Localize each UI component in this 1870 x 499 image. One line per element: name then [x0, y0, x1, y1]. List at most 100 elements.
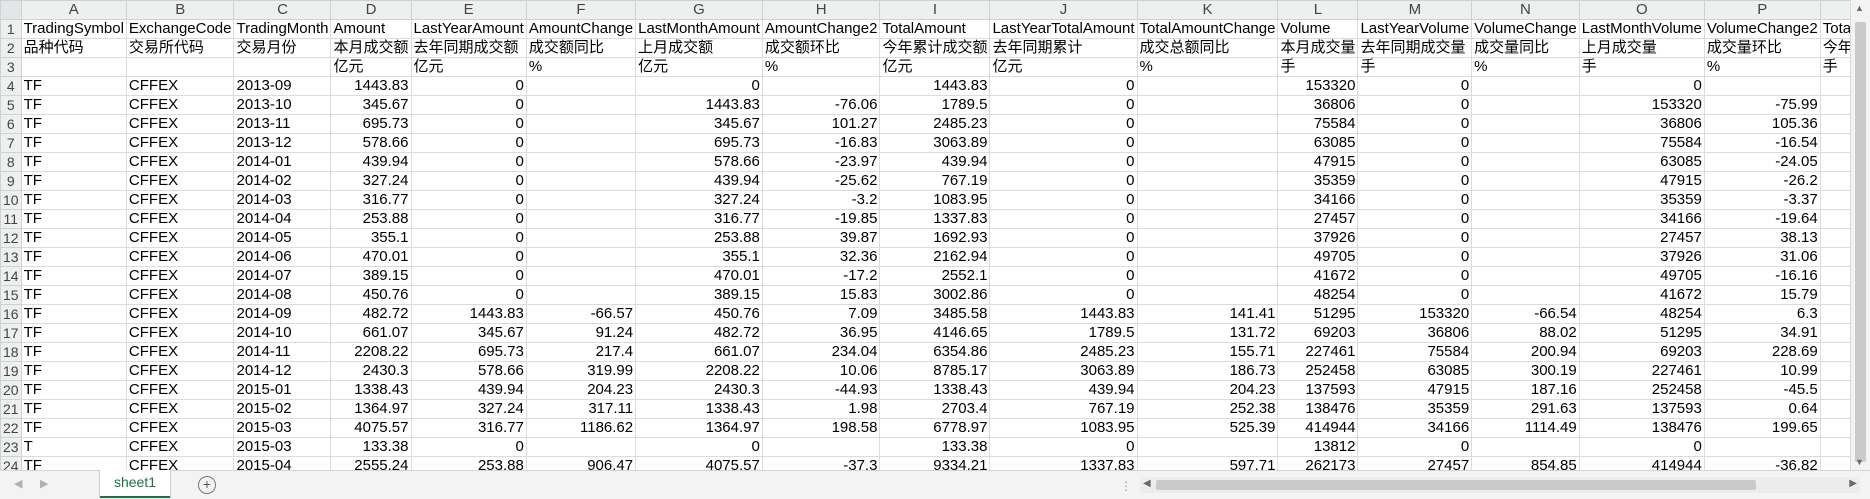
cell-o19[interactable]: 227461 [1578, 361, 1705, 381]
cell-p5[interactable]: -75.99 [1703, 95, 1821, 115]
cell-e16[interactable]: 1443.83 [410, 304, 527, 324]
row-header[interactable]: 4 [0, 76, 22, 96]
next-sheet-icon[interactable]: ▶ [40, 477, 48, 490]
cell-b22[interactable]: CFFEX [125, 418, 235, 438]
cell-a23[interactable]: T [20, 437, 127, 457]
cell-b11[interactable]: CFFEX [125, 209, 235, 229]
cell-a5[interactable]: TF [20, 95, 127, 115]
cell-b8[interactable]: CFFEX [125, 152, 235, 172]
cell-a4[interactable]: TF [20, 76, 127, 96]
cell-p10[interactable]: -3.37 [1703, 190, 1821, 210]
cell-i10[interactable]: 1083.95 [879, 190, 991, 210]
tab-splitter-handle[interactable]: ⋮ [1120, 479, 1133, 493]
cell-c18[interactable]: 2014-11 [233, 342, 332, 362]
cell-m17[interactable]: 36806 [1357, 323, 1473, 343]
cell-a17[interactable]: TF [20, 323, 127, 343]
cell-b13[interactable]: CFFEX [125, 247, 235, 267]
cell-k13[interactable] [1136, 247, 1279, 267]
cell-h21[interactable]: 1.98 [761, 399, 881, 419]
cell-h8[interactable]: -23.97 [761, 152, 881, 172]
cell-d17[interactable]: 661.07 [330, 323, 412, 343]
cell-h6[interactable]: 101.27 [761, 114, 881, 134]
cell-b19[interactable]: CFFEX [125, 361, 235, 381]
cell-c6[interactable]: 2013-11 [233, 114, 332, 134]
cell-n4[interactable] [1471, 76, 1580, 96]
cell-n5[interactable] [1471, 95, 1580, 115]
cell-n13[interactable] [1471, 247, 1580, 267]
column-header-e[interactable]: E [410, 0, 527, 20]
vertical-scrollbar[interactable]: ▲ ▼ [1850, 0, 1870, 470]
column-header-q[interactable]: Q [1819, 0, 1850, 20]
cell-b24[interactable]: CFFEX [125, 456, 235, 470]
cell-p18[interactable]: 228.69 [1703, 342, 1821, 362]
cell-l9[interactable]: 35359 [1277, 171, 1359, 191]
scroll-right-icon[interactable]: ▶ [1849, 478, 1857, 489]
cell-i8[interactable]: 439.94 [879, 152, 991, 172]
cell-p11[interactable]: -19.64 [1703, 209, 1821, 229]
cell-l19[interactable]: 252458 [1277, 361, 1359, 381]
cell-j3[interactable]: 亿元 [989, 57, 1138, 77]
cell-c17[interactable]: 2014-10 [233, 323, 332, 343]
cell-m15[interactable]: 0 [1357, 285, 1473, 305]
cell-p1[interactable]: VolumeChange2 [1703, 19, 1821, 39]
cell-m19[interactable]: 63085 [1357, 361, 1473, 381]
cell-h12[interactable]: 39.87 [761, 228, 881, 248]
previous-sheet-icon[interactable]: ◀ [14, 477, 22, 490]
column-header-b[interactable]: B [125, 0, 235, 20]
cell-o3[interactable]: 手 [1578, 57, 1705, 77]
cell-k22[interactable]: 525.39 [1136, 418, 1279, 438]
cell-a8[interactable]: TF [20, 152, 127, 172]
cell-e6[interactable]: 0 [410, 114, 527, 134]
cell-h22[interactable]: 198.58 [761, 418, 881, 438]
cell-j17[interactable]: 1789.5 [989, 323, 1138, 343]
column-header-g[interactable]: G [635, 0, 763, 20]
cell-o22[interactable]: 138476 [1578, 418, 1705, 438]
cell-m3[interactable]: 手 [1357, 57, 1473, 77]
cell-p12[interactable]: 38.13 [1703, 228, 1821, 248]
cell-m21[interactable]: 35359 [1357, 399, 1473, 419]
column-header-n[interactable]: N [1471, 0, 1580, 20]
cell-i18[interactable]: 6354.86 [879, 342, 991, 362]
cell-h13[interactable]: 32.36 [761, 247, 881, 267]
cell-a16[interactable]: TF [20, 304, 127, 324]
cell-e18[interactable]: 695.73 [410, 342, 527, 362]
cell-l12[interactable]: 37926 [1277, 228, 1359, 248]
scroll-down-icon[interactable]: ▼ [1855, 457, 1864, 467]
cell-o4[interactable]: 0 [1578, 76, 1705, 96]
cell-d3[interactable]: 亿元 [330, 57, 412, 77]
cell-p2[interactable]: 成交量环比 [1703, 38, 1821, 58]
cell-p8[interactable]: -24.05 [1703, 152, 1821, 172]
cell-q20[interactable]: 137593 [1819, 380, 1850, 400]
cell-p22[interactable]: 199.65 [1703, 418, 1821, 438]
cell-m14[interactable]: 0 [1357, 266, 1473, 286]
cell-q7[interactable]: 328795 [1819, 133, 1850, 153]
cell-i5[interactable]: 1789.5 [879, 95, 991, 115]
cell-d23[interactable]: 133.38 [330, 437, 412, 457]
cell-i15[interactable]: 3002.86 [879, 285, 991, 305]
cell-e4[interactable]: 0 [410, 76, 527, 96]
cell-m23[interactable]: 0 [1357, 437, 1473, 457]
row-header[interactable]: 7 [0, 133, 22, 153]
row-header[interactable]: 9 [0, 171, 22, 191]
cell-j2[interactable]: 去年同期累计 [989, 38, 1138, 58]
cell-j11[interactable]: 0 [989, 209, 1138, 229]
cell-q17[interactable]: 442952 [1819, 323, 1850, 343]
cell-f18[interactable]: 217.4 [525, 342, 637, 362]
cell-m24[interactable]: 27457 [1357, 456, 1473, 470]
column-header-c[interactable]: C [233, 0, 332, 20]
cell-g20[interactable]: 2430.3 [635, 380, 763, 400]
cell-e1[interactable]: LastYearAmount [410, 19, 527, 39]
cell-p14[interactable]: -16.16 [1703, 266, 1821, 286]
cell-g6[interactable]: 345.67 [635, 114, 763, 134]
cell-o12[interactable]: 27457 [1578, 228, 1705, 248]
cell-a20[interactable]: TF [20, 380, 127, 400]
select-all-corner[interactable] [0, 0, 22, 20]
cell-c1[interactable]: TradingMonth [233, 19, 332, 39]
cell-m22[interactable]: 34166 [1357, 418, 1473, 438]
cell-j24[interactable]: 1337.83 [989, 456, 1138, 470]
cell-f10[interactable] [525, 190, 637, 210]
cell-p7[interactable]: -16.54 [1703, 133, 1821, 153]
row-header[interactable]: 2 [0, 38, 22, 58]
cell-b5[interactable]: CFFEX [125, 95, 235, 115]
cell-k14[interactable] [1136, 266, 1279, 286]
